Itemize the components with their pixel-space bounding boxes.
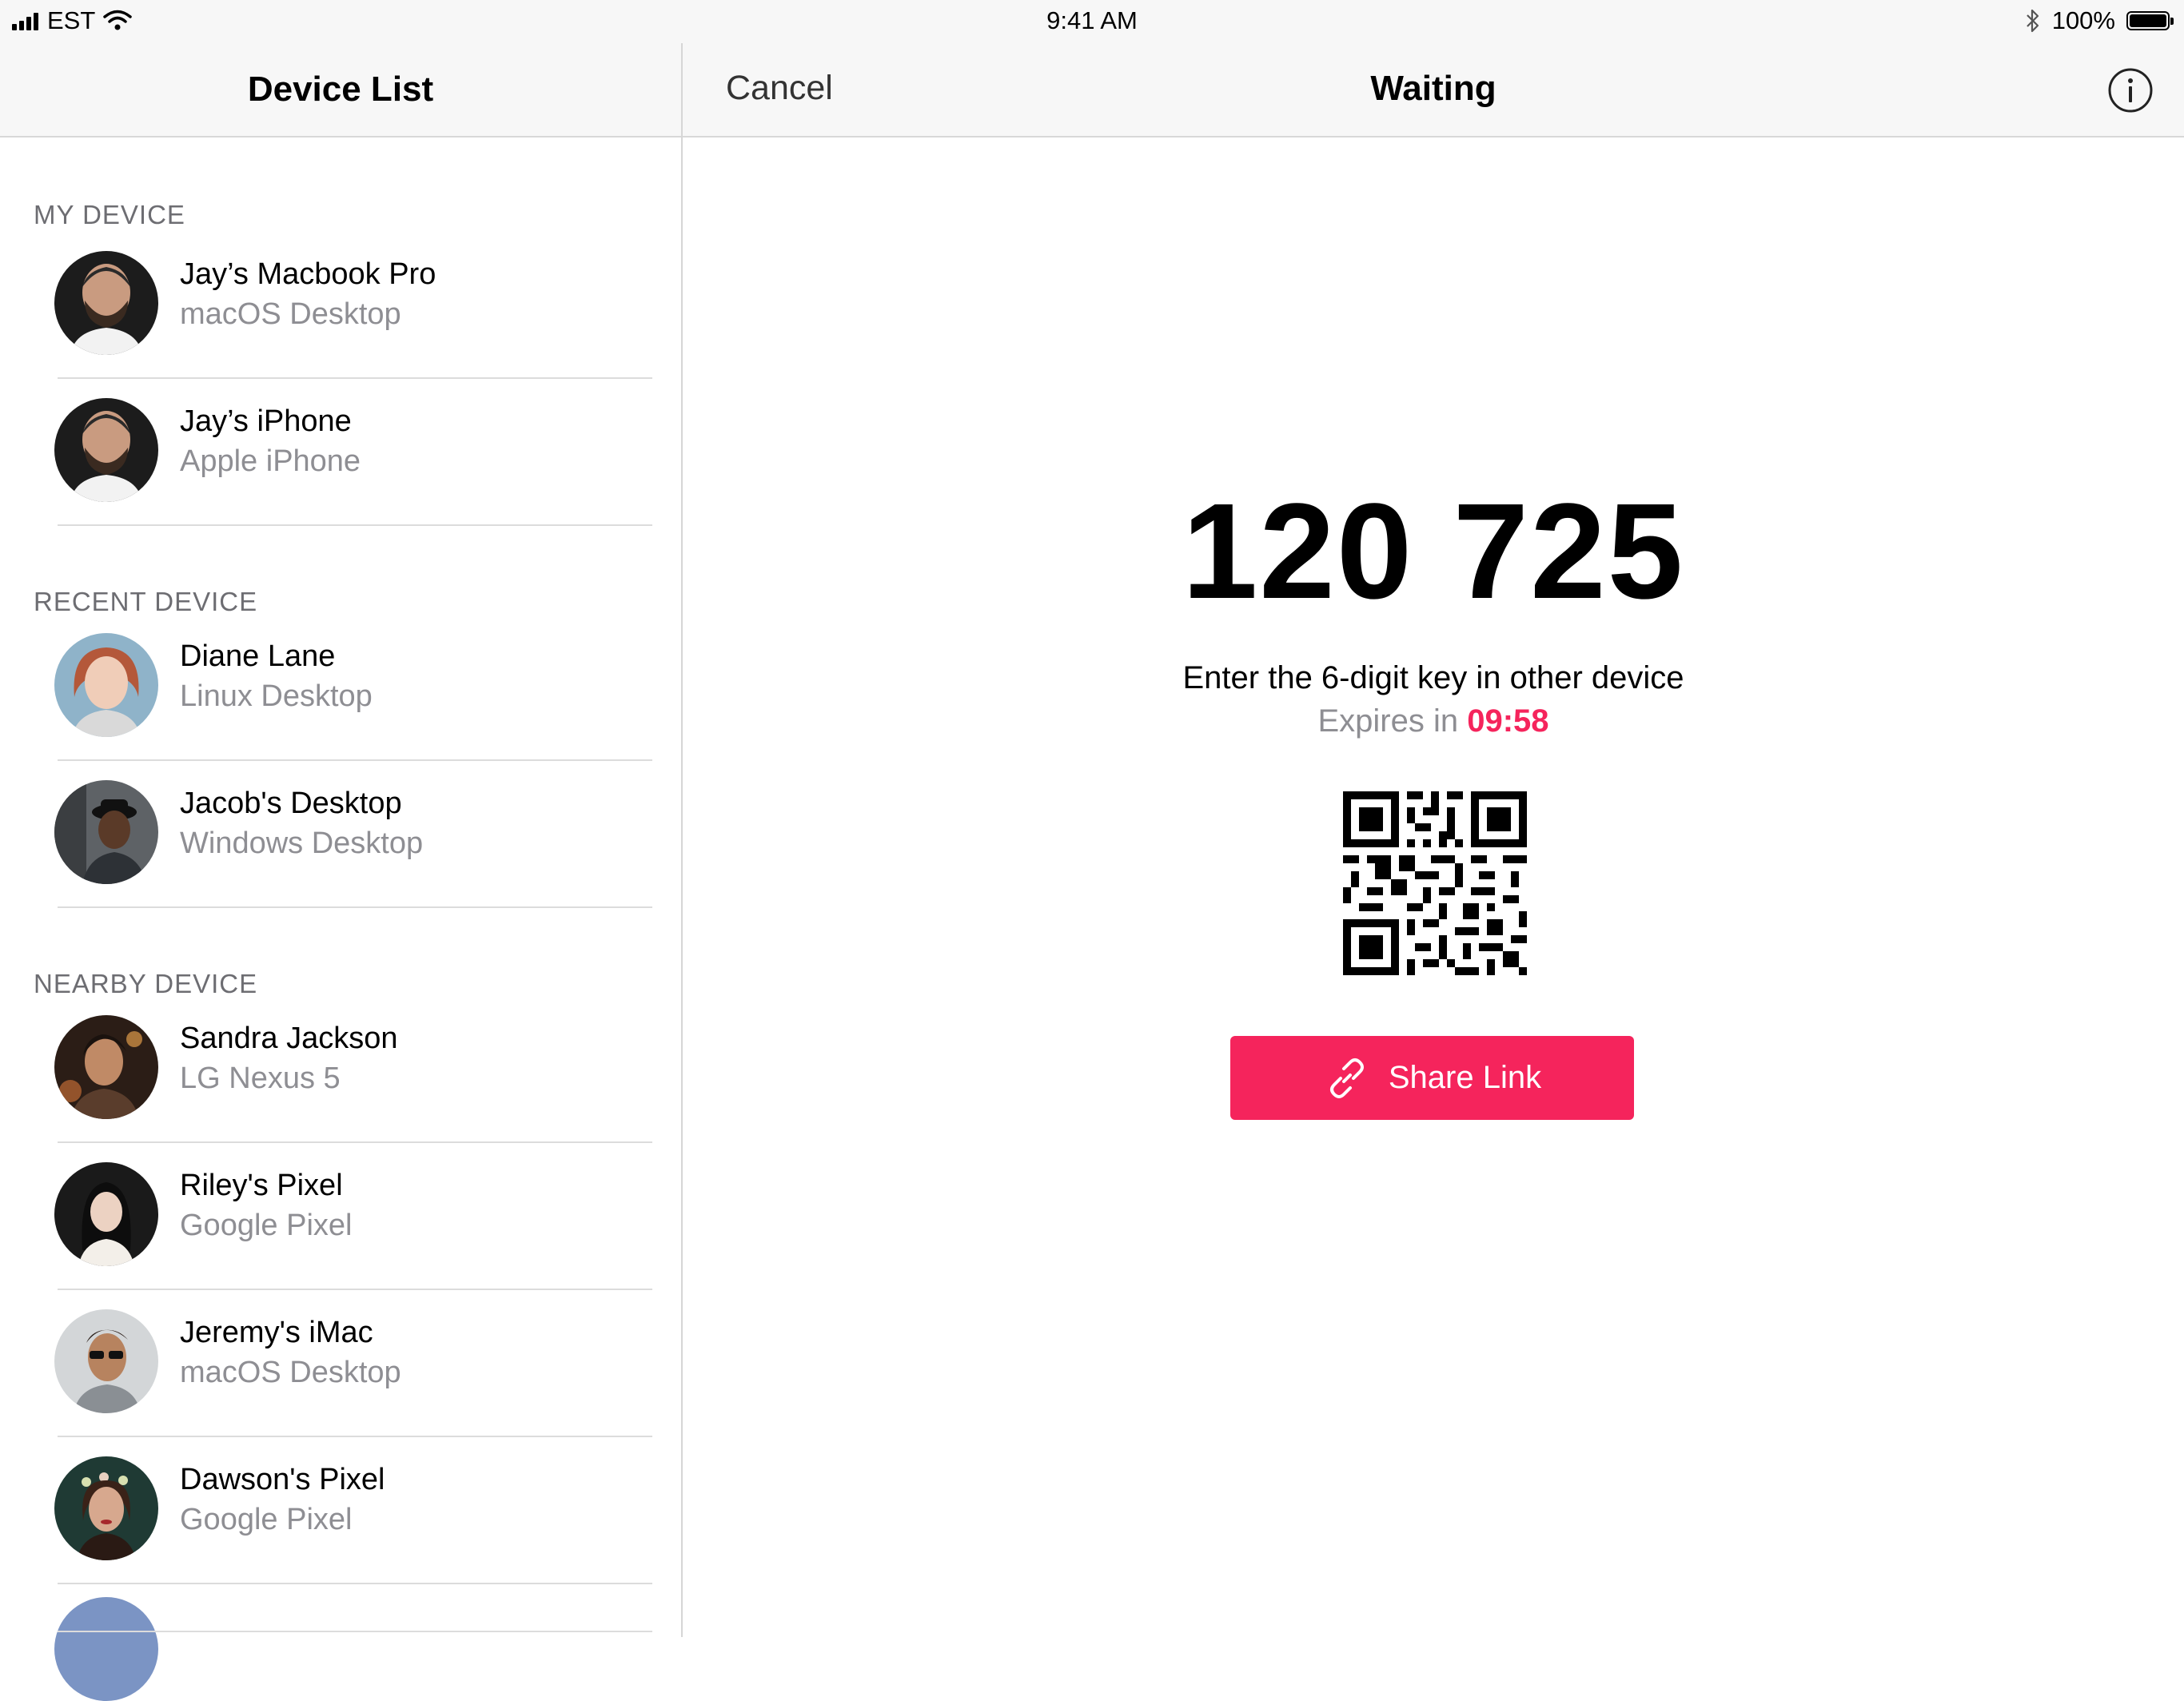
sidebar: Device List MY DEVICE Jay’s Macbook Pro … — [0, 0, 683, 1701]
device-row-jays-macbook-pro[interactable]: Jay’s Macbook Pro macOS Desktop — [0, 232, 681, 379]
sidebar-title: Device List — [247, 70, 434, 109]
expires-countdown: 09:58 — [1467, 703, 1549, 739]
section-header-nearby-device: NEARBY DEVICE — [34, 969, 258, 998]
section-header-my-device: MY DEVICE — [34, 200, 185, 229]
section-header-recent-device: RECENT DEVICE — [34, 587, 258, 616]
device-row-jays-iphone[interactable]: Jay’s iPhone Apple iPhone — [0, 379, 681, 526]
info-icon[interactable] — [2107, 67, 2154, 114]
device-row-rileys-pixel[interactable]: Riley's Pixel Google Pixel — [0, 1143, 681, 1290]
device-type: Google Pixel — [180, 1209, 353, 1242]
avatar — [54, 1015, 158, 1119]
device-name: Dawson's Pixel — [180, 1463, 385, 1496]
battery-icon — [2126, 11, 2174, 30]
avatar — [54, 1309, 158, 1413]
avatar — [54, 398, 158, 502]
device-row-dawsons-pixel[interactable]: Dawson's Pixel Google Pixel — [0, 1437, 681, 1584]
device-type: LG Nexus 5 — [180, 1062, 341, 1095]
device-type: Linux Desktop — [180, 679, 373, 713]
link-icon — [1329, 1058, 1364, 1098]
share-link-label: Share Link — [1388, 1060, 1542, 1095]
battery-percent: 100% — [2051, 6, 2115, 34]
avatar — [54, 251, 158, 355]
device-name: Jacob's Desktop — [180, 787, 402, 820]
sidebar-nav-bar: Device List — [0, 43, 681, 137]
expires-label: Expires in — [1317, 703, 1468, 739]
device-type: macOS Desktop — [180, 1356, 401, 1389]
device-type: macOS Desktop — [180, 297, 401, 331]
device-type: Windows Desktop — [180, 827, 424, 860]
device-row-jeremys-imac[interactable]: Jeremy's iMac macOS Desktop — [0, 1290, 681, 1437]
bluetooth-icon — [2026, 9, 2039, 33]
avatar — [54, 780, 158, 884]
device-name: Jeremy's iMac — [180, 1316, 373, 1349]
device-row-diane-lane[interactable]: Diane Lane Linux Desktop — [0, 614, 681, 761]
share-link-button[interactable]: Share Link — [1230, 1036, 1634, 1120]
avatar — [54, 633, 158, 737]
avatar — [54, 1162, 158, 1266]
status-right: 100% — [2025, 6, 2174, 35]
battery-level — [2130, 14, 2166, 27]
status-bar: EST 9:41 AM 100% — [0, 0, 2184, 43]
status-time: 9:41 AM — [1046, 6, 1138, 34]
device-type: Google Pixel — [180, 1503, 353, 1536]
device-row-partial[interactable] — [0, 1584, 681, 1701]
device-name: Jay’s Macbook Pro — [180, 257, 436, 291]
device-name: Sandra Jackson — [180, 1022, 398, 1055]
main-pane: Cancel Waiting 120 725 Enter the 6-digit… — [683, 0, 2184, 1637]
avatar — [54, 1597, 158, 1701]
pairing-code: 120 725 — [1182, 476, 1685, 627]
avatar — [54, 1456, 158, 1560]
instruction-text: Enter the 6-digit key in other device — [1182, 660, 1684, 695]
device-row-sandra-jackson[interactable]: Sandra Jackson LG Nexus 5 — [0, 996, 681, 1143]
main-nav-bar: Cancel Waiting — [683, 43, 2184, 137]
device-row-jacobs-desktop[interactable]: Jacob's Desktop Windows Desktop — [0, 761, 681, 908]
device-name: Jay’s iPhone — [180, 404, 352, 438]
page-title: Waiting — [1370, 69, 1497, 108]
qr-code — [1343, 791, 1527, 975]
device-name: Diane Lane — [180, 639, 336, 673]
expires-line: Expires in 09:58 — [683, 703, 2184, 739]
device-type: Apple iPhone — [180, 444, 361, 478]
device-name: Riley's Pixel — [180, 1169, 343, 1202]
device-list: MY DEVICE Jay’s Macbook Pro macOS Deskto… — [0, 137, 681, 1701]
